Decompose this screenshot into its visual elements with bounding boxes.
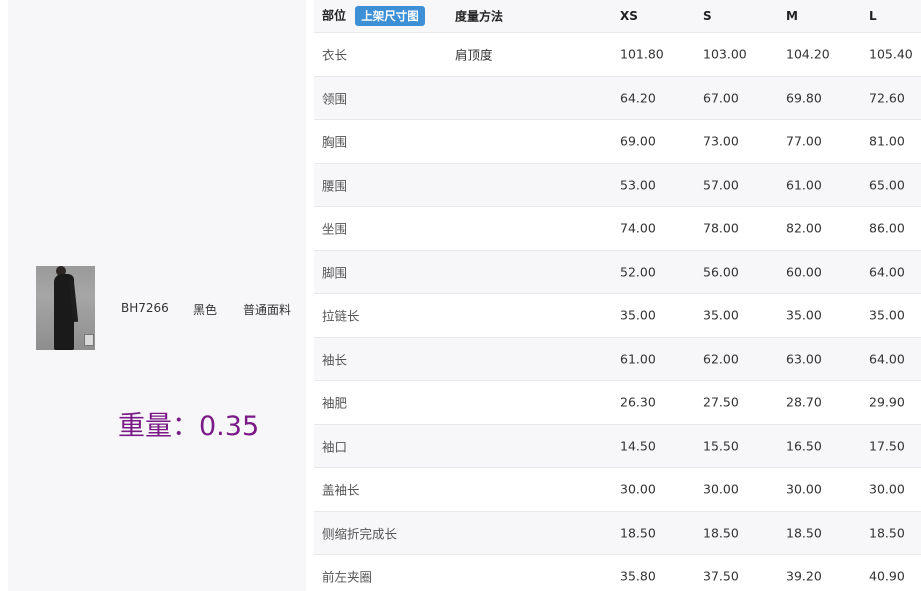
table-row: 侧缩折完成长 18.50 18.50 18.50 18.50 bbox=[314, 511, 921, 555]
row-size-value: 61.00 bbox=[620, 351, 656, 367]
row-part-label: 袖肥 bbox=[322, 395, 348, 411]
row-part-label: 前左夹圈 bbox=[322, 569, 373, 585]
row-size-value: 73.00 bbox=[703, 133, 739, 149]
row-part-label: 袖口 bbox=[322, 439, 348, 455]
row-part-label: 领围 bbox=[322, 91, 348, 107]
table-row: 胸围 69.00 73.00 77.00 81.00 bbox=[314, 120, 921, 164]
row-size-value: 27.50 bbox=[703, 394, 739, 410]
row-size-value: 101.80 bbox=[620, 46, 664, 62]
row-size-value: 61.00 bbox=[786, 177, 822, 193]
row-size-value: 72.60 bbox=[869, 90, 905, 106]
row-size-value: 77.00 bbox=[786, 133, 822, 149]
product-fabric: 普通面料 bbox=[243, 303, 292, 317]
row-size-value: 60.00 bbox=[786, 264, 822, 280]
product-thumbnail[interactable] bbox=[36, 266, 95, 350]
row-size-value: 16.50 bbox=[786, 438, 822, 454]
row-size-value: 78.00 bbox=[703, 220, 739, 236]
handbag-icon bbox=[84, 334, 94, 346]
row-part-label: 侧缩折完成长 bbox=[322, 526, 398, 542]
table-row: 脚围 52.00 56.00 60.00 64.00 bbox=[314, 250, 921, 294]
table-row: 拉链长 35.00 35.00 35.00 35.00 bbox=[314, 294, 921, 338]
row-size-value: 74.00 bbox=[620, 220, 656, 236]
product-weight: 重量：0.35 bbox=[118, 411, 260, 442]
table-row: 领围 64.20 67.00 69.80 72.60 bbox=[314, 76, 921, 120]
table-row: 腰围 53.00 57.00 61.00 65.00 bbox=[314, 163, 921, 207]
row-size-value: 105.40 bbox=[869, 46, 913, 62]
row-size-value: 40.90 bbox=[869, 568, 905, 584]
table-row: 衣长 肩顶度 101.80 103.00 104.20 105.40 bbox=[314, 33, 921, 77]
row-size-value: 30.00 bbox=[869, 481, 905, 497]
row-size-value: 69.80 bbox=[786, 90, 822, 106]
row-size-value: 30.00 bbox=[620, 481, 656, 497]
row-size-value: 18.50 bbox=[620, 525, 656, 541]
size-table: 部位 上架尺寸图 度量方法 XS S M L 衣长 肩顶度 101.80 103.00… bbox=[314, 0, 921, 591]
row-part-label: 盖袖长 bbox=[322, 482, 360, 498]
row-size-value: 64.00 bbox=[869, 264, 905, 280]
row-size-value: 81.00 bbox=[869, 133, 905, 149]
header-size-xs: XS bbox=[620, 9, 638, 23]
row-method-label: 肩顶度 bbox=[455, 47, 493, 63]
header-size-l: L bbox=[869, 9, 877, 23]
row-part-label: 袖长 bbox=[322, 352, 348, 368]
row-size-value: 64.00 bbox=[869, 351, 905, 367]
table-header-row: 部位 上架尺寸图 度量方法 XS S M L bbox=[314, 0, 921, 33]
row-size-value: 86.00 bbox=[869, 220, 905, 236]
row-part-label: 坐围 bbox=[322, 221, 348, 237]
row-size-value: 64.20 bbox=[620, 90, 656, 106]
row-size-value: 18.50 bbox=[703, 525, 739, 541]
row-size-value: 82.00 bbox=[786, 220, 822, 236]
row-size-value: 26.30 bbox=[620, 394, 656, 410]
row-size-value: 35.80 bbox=[620, 568, 656, 584]
row-part-label: 拉链长 bbox=[322, 308, 360, 324]
row-part-label: 胸围 bbox=[322, 134, 348, 150]
table-body: 衣长 肩顶度 101.80 103.00 104.20 105.40 领围 64.20 67.0… bbox=[314, 33, 921, 591]
table-row: 袖口 14.50 15.50 16.50 17.50 bbox=[314, 424, 921, 468]
table-row: 盖袖长 30.00 30.00 30.00 30.00 bbox=[314, 468, 921, 512]
product-code: BH7266 bbox=[121, 301, 169, 315]
row-size-value: 65.00 bbox=[869, 177, 905, 193]
row-size-value: 39.20 bbox=[786, 568, 822, 584]
product-info-panel: BH7266 黑色 普通面料 重量：0.35 bbox=[8, 0, 306, 591]
row-size-value: 35.00 bbox=[620, 307, 656, 323]
row-size-value: 69.00 bbox=[620, 133, 656, 149]
row-size-value: 56.00 bbox=[703, 264, 739, 280]
row-size-value: 35.00 bbox=[786, 307, 822, 323]
row-part-label: 衣长 bbox=[322, 47, 348, 63]
row-size-value: 104.20 bbox=[786, 46, 830, 62]
row-part-label: 脚围 bbox=[322, 265, 348, 281]
row-size-value: 28.70 bbox=[786, 394, 822, 410]
product-color: 黑色 bbox=[193, 303, 218, 317]
row-size-value: 103.00 bbox=[703, 46, 747, 62]
row-size-value: 35.00 bbox=[869, 307, 905, 323]
header-method: 度量方法 bbox=[455, 9, 504, 24]
row-size-value: 57.00 bbox=[703, 177, 739, 193]
row-size-value: 62.00 bbox=[703, 351, 739, 367]
row-size-value: 18.50 bbox=[869, 525, 905, 541]
row-size-value: 15.50 bbox=[703, 438, 739, 454]
table-row: 袖长 61.00 62.00 63.00 64.00 bbox=[314, 337, 921, 381]
row-size-value: 37.50 bbox=[703, 568, 739, 584]
header-part-cell: 部位 上架尺寸图 bbox=[322, 6, 425, 26]
table-row: 袖肥 26.30 27.50 28.70 29.90 bbox=[314, 381, 921, 425]
row-size-value: 63.00 bbox=[786, 351, 822, 367]
row-size-value: 52.00 bbox=[620, 264, 656, 280]
row-size-value: 29.90 bbox=[869, 394, 905, 410]
row-part-label: 腰围 bbox=[322, 178, 348, 194]
header-part-label: 部位 bbox=[322, 8, 347, 23]
size-chart-page: BH7266 黑色 普通面料 重量：0.35 部位 上架尺寸图 度量方法 XS … bbox=[0, 0, 921, 591]
row-size-value: 35.00 bbox=[703, 307, 739, 323]
header-size-s: S bbox=[703, 9, 712, 23]
row-size-value: 53.00 bbox=[620, 177, 656, 193]
table-row: 坐围 74.00 78.00 82.00 86.00 bbox=[314, 207, 921, 251]
row-size-value: 14.50 bbox=[620, 438, 656, 454]
row-size-value: 18.50 bbox=[786, 525, 822, 541]
header-size-m: M bbox=[786, 9, 798, 23]
size-chart-upload-button[interactable]: 上架尺寸图 bbox=[355, 6, 425, 26]
row-size-value: 67.00 bbox=[703, 90, 739, 106]
row-size-value: 17.50 bbox=[869, 438, 905, 454]
table-row: 前左夹圈 35.80 37.50 39.20 40.90 bbox=[314, 555, 921, 591]
row-size-value: 30.00 bbox=[703, 481, 739, 497]
row-size-value: 30.00 bbox=[786, 481, 822, 497]
